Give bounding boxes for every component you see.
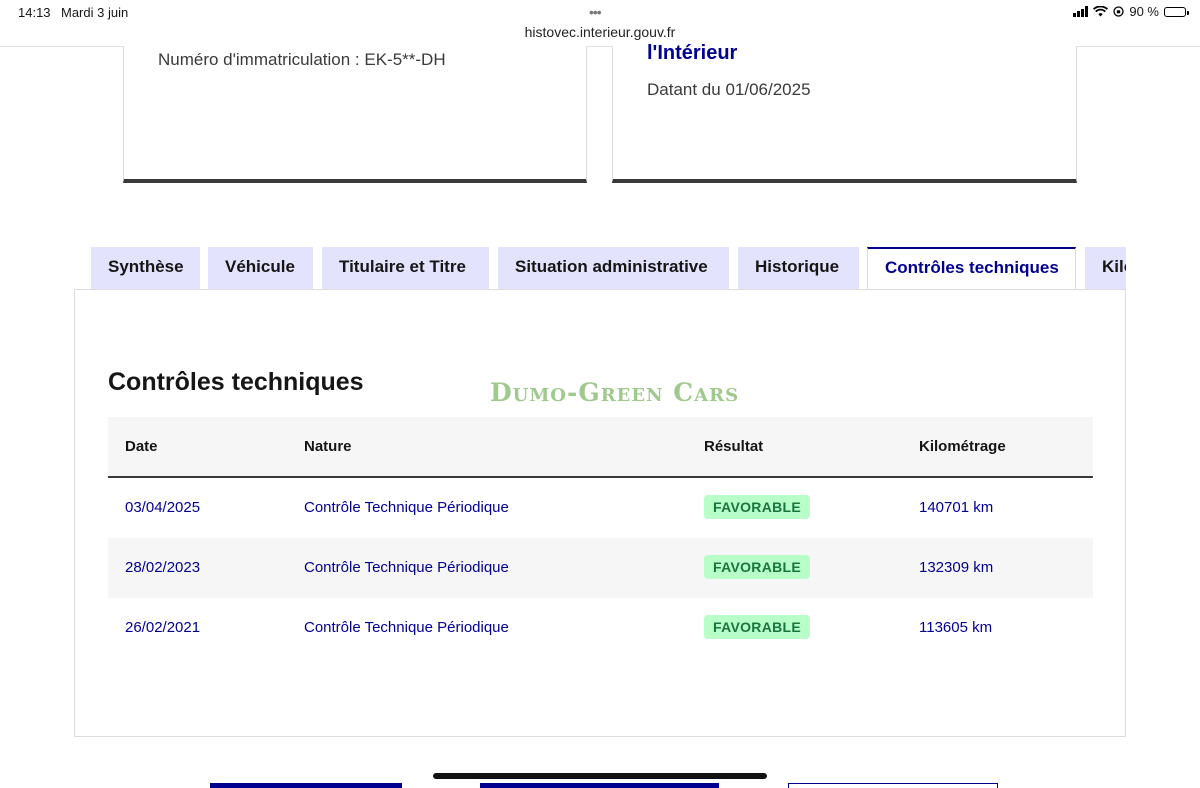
report-date: Datant du 01/06/2025 — [647, 80, 811, 99]
cell-date: 03/04/2025 — [125, 499, 201, 516]
status-date: Mardi 3 juin — [61, 5, 129, 20]
tab-synthese[interactable]: Synthèse — [91, 247, 200, 289]
tab-controles-techniques[interactable]: Contrôles techniques — [867, 247, 1076, 290]
watermark-logo: Dumo-Green Cars — [490, 378, 740, 407]
address-bar-url[interactable]: histovec.interieur.gouv.fr — [0, 24, 1200, 40]
cell-date: 28/02/2023 — [125, 559, 201, 576]
cellular-signal-icon — [1073, 6, 1089, 17]
table-row: 03/04/2025 Contrôle Technique Périodique… — [108, 478, 1093, 538]
wifi-icon — [1093, 6, 1109, 17]
cell-kilometrage: 132309 km — [919, 559, 994, 576]
tab-historique[interactable]: Historique — [738, 247, 859, 289]
header-nature: Nature — [304, 438, 352, 455]
status-indicators: 90 % — [1073, 4, 1189, 19]
tab-titulaire[interactable]: Titulaire et Titre — [322, 247, 489, 289]
tab-kilometrage[interactable]: Kilométrage — [1085, 247, 1126, 289]
header-kilometrage: Kilométrage — [919, 438, 1006, 455]
cell-kilometrage: 113605 km — [919, 619, 993, 636]
bottom-button-1[interactable] — [210, 783, 402, 788]
status-time: 14:13 — [18, 5, 51, 20]
more-dots-icon[interactable]: ••• — [589, 4, 602, 20]
section-title: Contrôles techniques — [108, 368, 364, 396]
tab-vehicule[interactable]: Véhicule — [208, 247, 313, 289]
table-row: 28/02/2023 Contrôle Technique Périodique… — [108, 538, 1093, 598]
registration-number: Numéro d'immatriculation : EK-5**-DH — [158, 50, 446, 69]
result-badge: FAVORABLE — [704, 495, 810, 519]
cell-nature: Contrôle Technique Périodique — [304, 559, 509, 576]
report-card: l'Intérieur Datant du 01/06/2025 — [612, 42, 1077, 183]
registration-card: Numéro d'immatriculation : EK-5**-DH — [123, 46, 587, 183]
header-resultat: Résultat — [704, 438, 764, 455]
bottom-button-2[interactable] — [480, 783, 719, 788]
cell-kilometrage: 140701 km — [919, 499, 994, 516]
result-badge: FAVORABLE — [704, 615, 810, 639]
cell-nature: Contrôle Technique Périodique — [304, 619, 509, 636]
table-header: Date Nature Résultat Kilométrage — [108, 417, 1093, 478]
technical-inspections-table: Date Nature Résultat Kilométrage 03/04/2… — [108, 417, 1093, 658]
tab-situation-administrative[interactable]: Situation administrative — [498, 247, 729, 289]
header-date: Date — [125, 438, 158, 455]
ministry-name: l'Intérieur — [647, 42, 738, 64]
orientation-lock-icon — [1113, 6, 1125, 17]
home-indicator[interactable] — [433, 773, 767, 779]
cell-nature: Contrôle Technique Périodique — [304, 499, 509, 516]
cell-date: 26/02/2021 — [125, 619, 201, 636]
status-bar: 14:13 Mardi 3 juin ••• histovec.interieu… — [0, 0, 1200, 47]
tab-panel: Contrôles techniques Dumo-Green Cars Dat… — [74, 289, 1126, 737]
table-row: 26/02/2021 Contrôle Technique Périodique… — [108, 598, 1093, 658]
battery-percent: 90 % — [1129, 4, 1159, 19]
bottom-button-3[interactable] — [788, 783, 998, 788]
result-badge: FAVORABLE — [704, 555, 810, 579]
battery-icon — [1164, 6, 1189, 17]
